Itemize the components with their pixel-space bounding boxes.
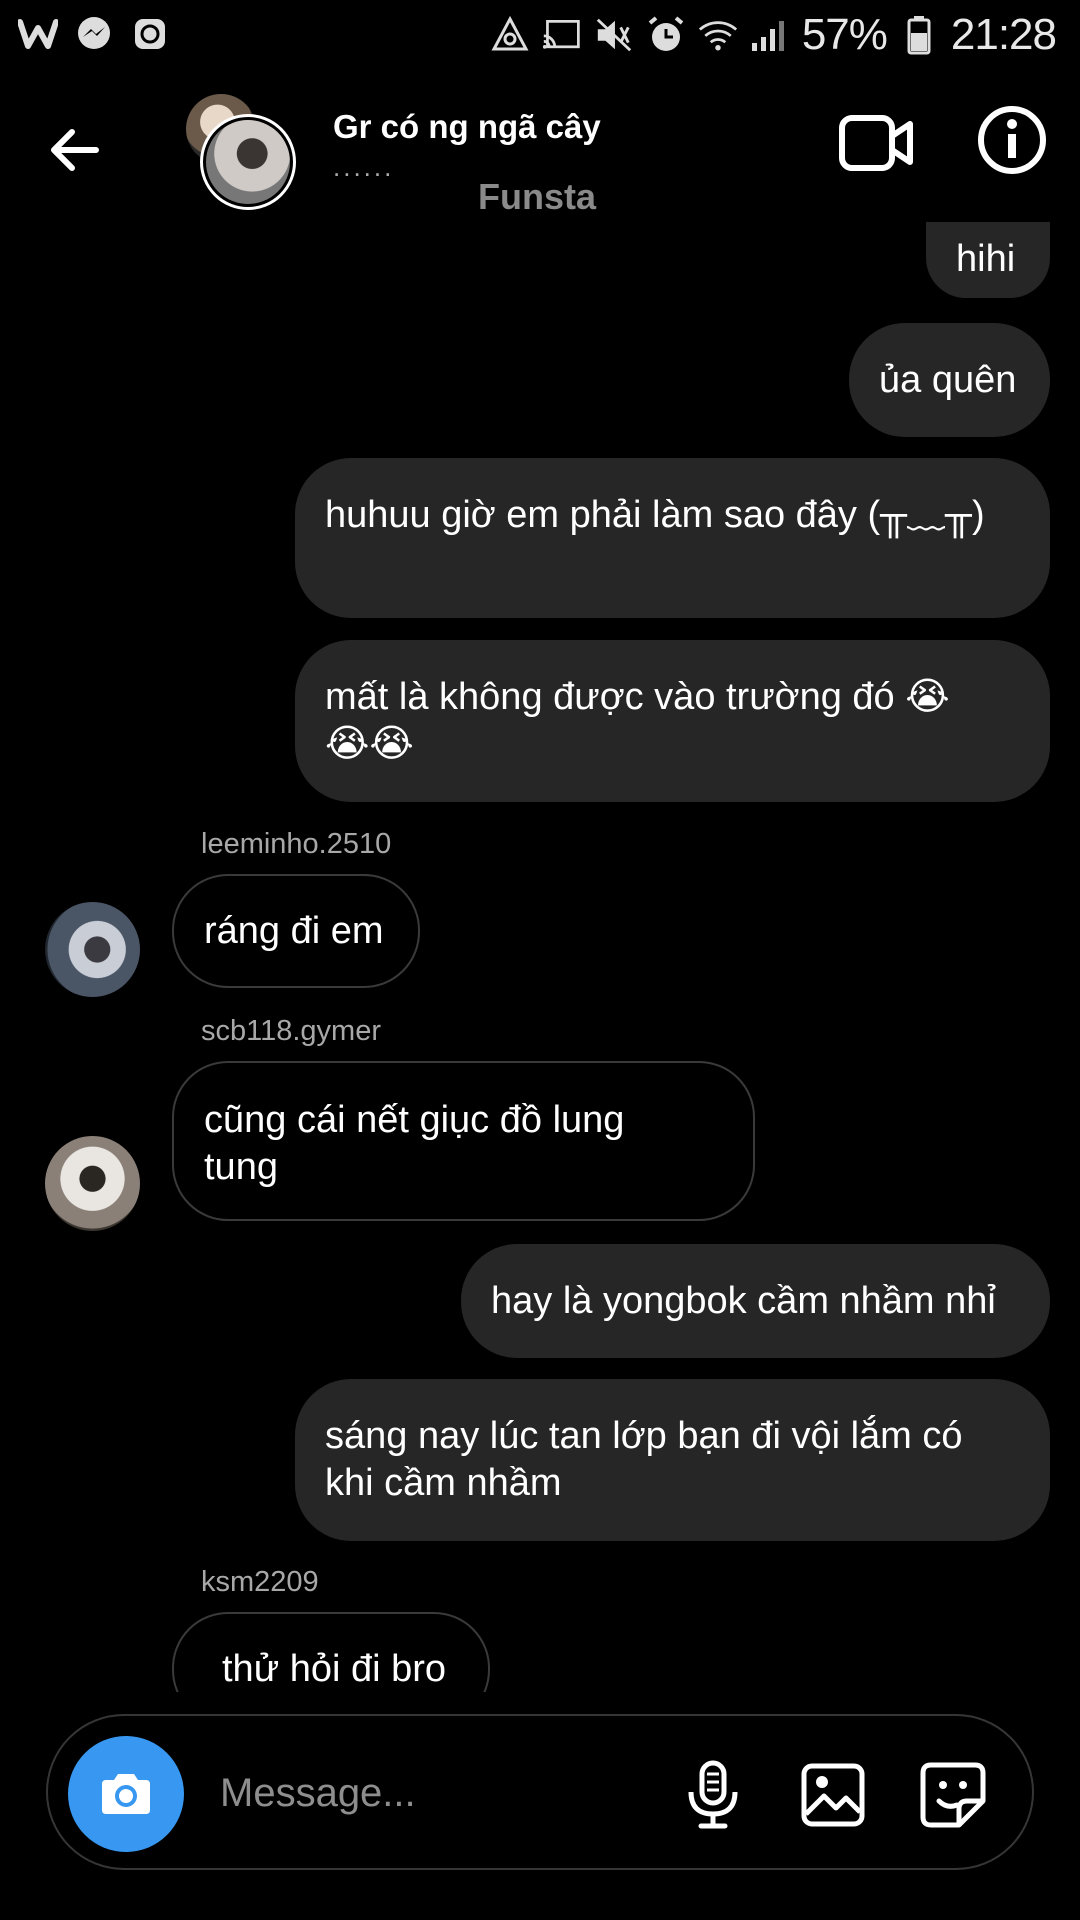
chat-title[interactable]: Gr có ng ngã cây bbox=[333, 108, 601, 146]
group-avatar[interactable] bbox=[186, 94, 296, 210]
account-label: Funsta bbox=[478, 176, 597, 217]
signal-icon bbox=[750, 15, 790, 55]
microphone-icon bbox=[688, 1760, 738, 1829]
message-bubble[interactable]: thử hỏi đi bro bbox=[172, 1612, 490, 1692]
message-bubble[interactable]: huhuu giờ em phải làm sao đây (╥﹏╥) bbox=[295, 458, 1050, 618]
status-bar: 57% 21:28 bbox=[0, 0, 1080, 76]
recycle-icon bbox=[490, 15, 530, 55]
microphone-button[interactable] bbox=[678, 1760, 748, 1830]
message-bubble[interactable]: mất là không được vào trường đó 😭😭😭 bbox=[295, 640, 1050, 802]
alarm-icon bbox=[646, 15, 686, 55]
chat-subtitle: ...... bbox=[333, 152, 395, 182]
message-bubble[interactable]: ráng đi em bbox=[172, 874, 420, 988]
clock: 21:28 bbox=[950, 10, 1057, 59]
video-call-button[interactable] bbox=[838, 112, 914, 174]
info-button[interactable] bbox=[976, 104, 1048, 176]
messenger-icon bbox=[74, 14, 114, 54]
message-bubble[interactable]: hihi bbox=[926, 222, 1050, 298]
message-input[interactable] bbox=[218, 1756, 682, 1830]
back-button[interactable] bbox=[44, 120, 104, 180]
arrow-left-icon bbox=[51, 129, 99, 171]
video-camera-icon bbox=[839, 115, 913, 171]
battery-icon bbox=[899, 15, 939, 55]
battery-percent: 57% bbox=[801, 10, 888, 59]
info-icon bbox=[978, 106, 1046, 174]
cast-icon bbox=[542, 15, 582, 55]
wifi-icon bbox=[698, 15, 738, 55]
camera-icon bbox=[102, 1774, 150, 1814]
gallery-button[interactable] bbox=[798, 1760, 868, 1830]
message-bubble[interactable]: cũng cái nết giục đồ lung tung bbox=[172, 1061, 755, 1221]
message-list[interactable]: hihi ủa quên huhuu giờ em phải làm sao đ… bbox=[0, 222, 1080, 1692]
message-composer bbox=[46, 1714, 1034, 1870]
app-icon bbox=[130, 14, 170, 54]
mute-icon bbox=[594, 15, 634, 55]
sender-name: leeminho.2510 bbox=[201, 828, 392, 860]
camera-button[interactable] bbox=[68, 1736, 184, 1852]
message-bubble[interactable]: ủa quên bbox=[849, 323, 1050, 437]
wattpad-icon bbox=[18, 14, 58, 54]
sticker-button[interactable] bbox=[918, 1760, 988, 1830]
avatar[interactable] bbox=[45, 1136, 140, 1231]
sender-name: scb118.gymer bbox=[201, 1015, 381, 1047]
message-bubble[interactable]: hay là yongbok cầm nhầm nhỉ bbox=[461, 1244, 1050, 1358]
message-bubble[interactable]: sáng nay lúc tan lớp bạn đi vội lắm có k… bbox=[295, 1379, 1050, 1541]
sticker-icon bbox=[920, 1762, 986, 1828]
avatar bbox=[200, 114, 296, 210]
chat-header: Gr có ng ngã cây ...... Funsta bbox=[0, 90, 1080, 240]
avatar[interactable] bbox=[45, 902, 140, 997]
sender-name: ksm2209 bbox=[201, 1566, 319, 1598]
image-icon bbox=[801, 1763, 865, 1827]
